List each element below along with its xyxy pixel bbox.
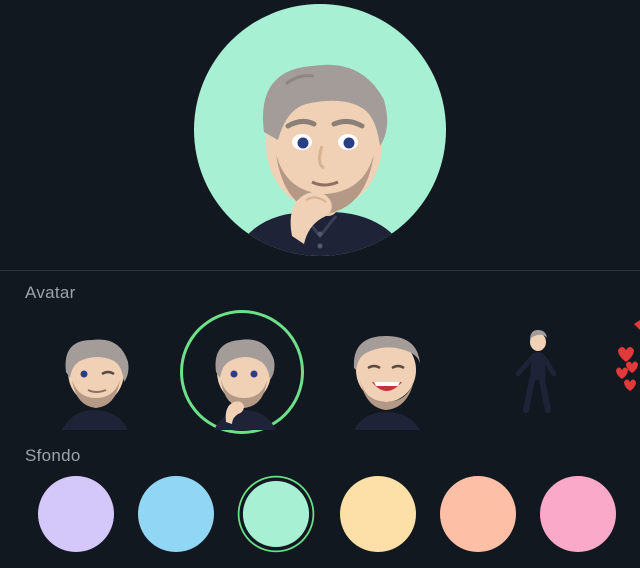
avatar-option-hearts[interactable] [600, 310, 640, 434]
avatar-section-label: Avatar [25, 283, 76, 302]
avatar-option-laughing[interactable] [324, 310, 448, 434]
avatar-thinking-icon [214, 339, 276, 430]
avatar-preview [194, 4, 446, 256]
swatch-salmon[interactable] [440, 476, 516, 552]
avatar-laughing-icon [353, 336, 420, 430]
swatch-light-blue[interactable] [138, 476, 214, 552]
swatch-pink[interactable] [540, 476, 616, 552]
avatar-option-full-body[interactable] [470, 310, 594, 434]
background-swatches [0, 476, 640, 556]
hearts-sticker-icon [616, 320, 640, 391]
avatar-option-winking[interactable] [32, 310, 156, 434]
avatar-winking-icon [62, 339, 129, 430]
avatar-options [0, 310, 640, 434]
avatar-option-thinking[interactable] [180, 310, 304, 434]
section-divider [0, 270, 640, 271]
swatch-peach[interactable] [340, 476, 416, 552]
avatar-thinking-pose-icon [194, 4, 446, 256]
avatar-full-body-dancing-icon [515, 330, 557, 413]
swatch-lavender[interactable] [38, 476, 114, 552]
background-section-label: Sfondo [25, 446, 81, 465]
swatch-mint[interactable] [242, 480, 310, 548]
